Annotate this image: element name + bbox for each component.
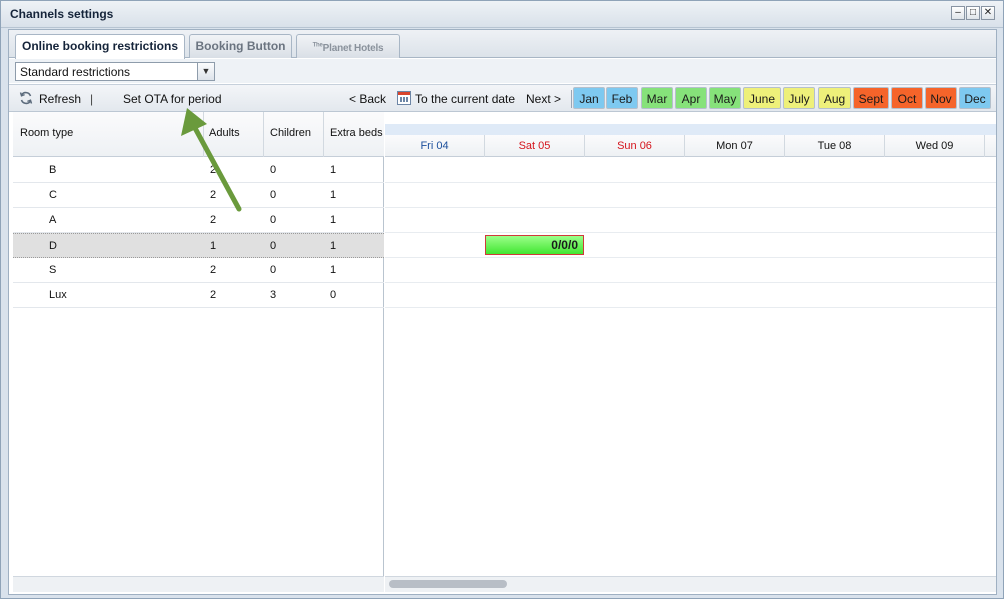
- tab-strip: Online booking restrictions Booking Butt…: [9, 30, 996, 59]
- table-row[interactable]: Lux 2 3 0: [13, 283, 384, 308]
- calendar-header: Fri 04 Sat 05 Sun 06 Mon 07 Tue 08 Wed 09: [385, 135, 996, 157]
- restrictions-select[interactable]: Standard restrictions ▼: [15, 62, 215, 81]
- room-type-cell: B: [49, 164, 57, 176]
- day-header: Mon 07: [685, 135, 785, 157]
- children-cell: 0: [270, 189, 277, 201]
- content-panel: Online booking restrictions Booking Butt…: [8, 29, 997, 595]
- adults-cell: 2: [210, 189, 217, 201]
- month-button-july[interactable]: July: [783, 87, 815, 109]
- calendar-icon[interactable]: [397, 91, 411, 105]
- day-header: Sat 05: [485, 135, 585, 157]
- day-header: Tue 08: [785, 135, 885, 157]
- room-type-cell: A: [49, 214, 57, 226]
- day-header: Sun 06: [585, 135, 685, 157]
- room-grid-header: Room type Adults Children Extra beds: [13, 112, 384, 157]
- channels-settings-window: Channels settings – □ ✕ Online booking r…: [0, 0, 1004, 599]
- month-button-feb[interactable]: Feb: [606, 87, 638, 109]
- close-button[interactable]: ✕: [981, 6, 995, 20]
- extra-beds-cell: 1: [330, 264, 337, 276]
- calendar-row[interactable]: [385, 258, 996, 283]
- toolbar-divider: [571, 90, 572, 108]
- children-cell: 0: [270, 164, 277, 176]
- calendar-grid: Fri 04 Sat 05 Sun 06 Mon 07 Tue 08 Wed 09 0/0…: [385, 112, 996, 592]
- scrollbar-thumb[interactable]: [389, 580, 507, 588]
- children-cell: 0: [270, 214, 277, 226]
- column-room-type[interactable]: Room type: [20, 127, 73, 139]
- calendar-row[interactable]: [385, 158, 996, 183]
- calendar-top-band: [385, 112, 996, 135]
- month-button-apr[interactable]: Apr: [675, 87, 707, 109]
- month-button-may[interactable]: May: [709, 87, 741, 109]
- table-row[interactable]: B 2 0 1: [13, 158, 384, 183]
- adults-cell: 2: [210, 214, 217, 226]
- day-header: Wed 09: [885, 135, 985, 157]
- toolbar: Refresh | Set OTA for period < Back To t…: [9, 84, 996, 112]
- tab-booking-button[interactable]: Booking Button: [189, 34, 292, 58]
- month-button-dec[interactable]: Dec: [959, 87, 991, 109]
- maximize-button[interactable]: □: [966, 6, 980, 20]
- window-title: Channels settings: [10, 7, 114, 21]
- day-header: Fri 04: [385, 135, 485, 157]
- tab-online-booking-restrictions[interactable]: Online booking restrictions: [15, 34, 185, 59]
- table-row[interactable]: D 1 0 1: [13, 233, 384, 258]
- calendar-row[interactable]: [385, 208, 996, 233]
- room-grid-footer: [13, 576, 384, 592]
- tab-planet-hotels[interactable]: ThePlanet Hotels: [296, 34, 400, 58]
- window-controls: – □ ✕: [951, 6, 995, 20]
- calendar-band: [385, 124, 996, 135]
- column-divider: [323, 112, 324, 157]
- adults-cell: 2: [210, 264, 217, 276]
- extra-beds-cell: 1: [330, 214, 337, 226]
- calendar-row[interactable]: [385, 283, 996, 308]
- table-row[interactable]: S 2 0 1: [13, 258, 384, 283]
- planet-hotels-logo: ThePlanet Hotels: [312, 43, 384, 55]
- room-type-cell: S: [49, 264, 57, 276]
- table-row[interactable]: C 2 0 1: [13, 183, 384, 208]
- minimize-button[interactable]: –: [951, 6, 965, 20]
- chevron-down-icon[interactable]: ▼: [197, 63, 214, 80]
- restrictions-select-value: Standard restrictions: [20, 65, 131, 79]
- month-button-mar[interactable]: Mar: [641, 87, 673, 109]
- extra-beds-cell: 1: [330, 164, 337, 176]
- month-button-jan[interactable]: Jan: [573, 87, 605, 109]
- table-row[interactable]: A 2 0 1: [13, 208, 384, 233]
- adults-cell: 1: [210, 240, 217, 252]
- room-type-cell: Lux: [49, 289, 67, 301]
- children-cell: 0: [270, 240, 277, 252]
- month-button-nov[interactable]: Nov: [925, 87, 957, 109]
- room-type-cell: C: [49, 189, 57, 201]
- room-type-cell: D: [49, 240, 57, 252]
- extra-beds-cell: 1: [330, 189, 337, 201]
- month-button-june[interactable]: June: [743, 87, 781, 109]
- current-date-button[interactable]: To the current date: [415, 92, 515, 106]
- calendar-row[interactable]: [385, 183, 996, 208]
- set-ota-for-period-button[interactable]: Set OTA for period: [123, 92, 222, 106]
- column-extra-beds[interactable]: Extra beds: [330, 127, 383, 139]
- back-button[interactable]: < Back: [349, 92, 386, 106]
- column-children[interactable]: Children: [270, 127, 311, 139]
- title-bar[interactable]: Channels settings – □ ✕: [1, 1, 1003, 28]
- column-divider: [263, 112, 264, 157]
- ota-restriction-cell[interactable]: 0/0/0: [485, 235, 584, 255]
- adults-cell: 2: [210, 164, 217, 176]
- month-button-oct[interactable]: Oct: [891, 87, 923, 109]
- extra-beds-cell: 0: [330, 289, 337, 301]
- calendar-row[interactable]: 0/0/0: [385, 233, 996, 258]
- next-button[interactable]: Next >: [526, 92, 561, 106]
- refresh-button[interactable]: Refresh: [39, 92, 81, 106]
- month-button-aug[interactable]: Aug: [818, 87, 851, 109]
- horizontal-scrollbar[interactable]: [385, 576, 996, 592]
- toolbar-separator: |: [90, 92, 94, 106]
- column-divider: [203, 112, 204, 157]
- refresh-icon[interactable]: [19, 91, 33, 105]
- adults-cell: 2: [210, 289, 217, 301]
- column-adults[interactable]: Adults: [209, 127, 240, 139]
- month-button-sept[interactable]: Sept: [853, 87, 889, 109]
- extra-beds-cell: 1: [330, 240, 337, 252]
- select-bar: Standard restrictions ▼: [9, 59, 996, 83]
- room-grid: Room type Adults Children Extra beds B 2 0…: [13, 112, 384, 592]
- children-cell: 0: [270, 264, 277, 276]
- children-cell: 3: [270, 289, 277, 301]
